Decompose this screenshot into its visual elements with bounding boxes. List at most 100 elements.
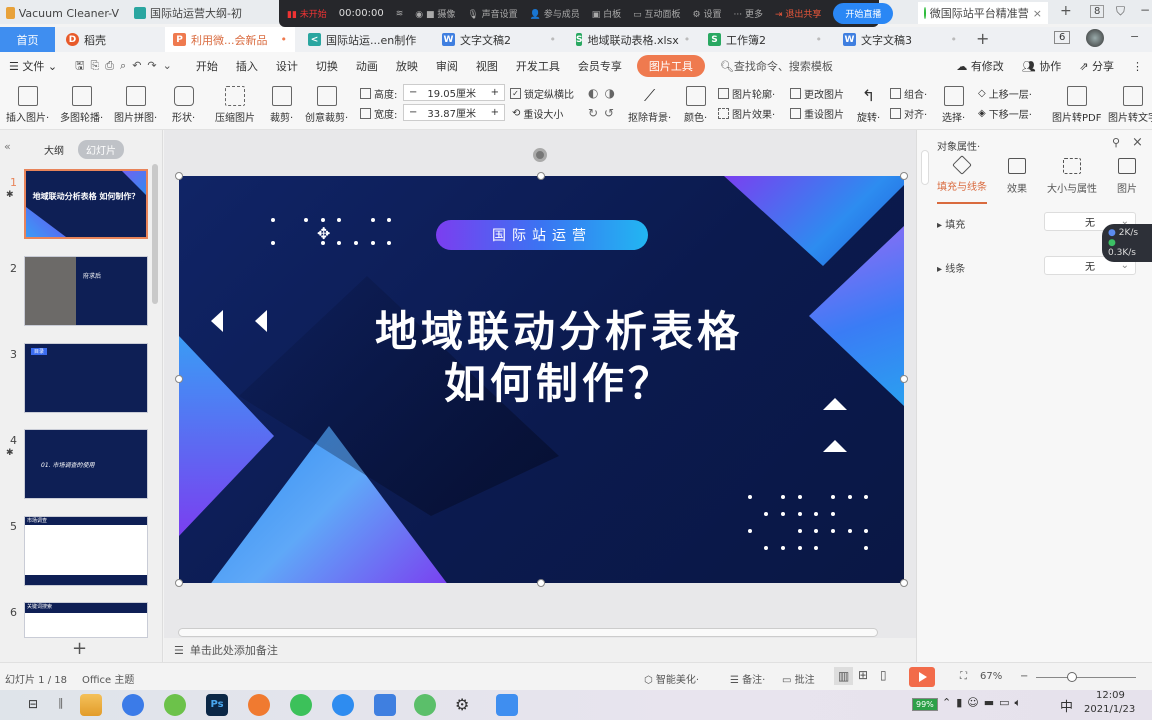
app-orange-icon[interactable] [248,694,270,716]
changes-button[interactable]: ☁ 有修改 [947,58,1013,74]
select-button[interactable]: 选择· [942,86,965,124]
browser-tab-active[interactable]: 微国际站平台精准营 × [918,2,1048,24]
group-button[interactable]: 组合· [890,86,927,101]
reset-size-button[interactable]: ⟲ 重设大小 [512,106,563,121]
minimize-icon[interactable]: − [1130,30,1139,43]
menu-tab-review[interactable]: 审阅 [427,58,467,74]
picture-to-text-button[interactable]: 图片转文字 [1108,86,1152,124]
thumbnail-scrollbar[interactable] [152,164,158,304]
picture-to-pdf-button[interactable]: 图片转PDF [1052,86,1101,124]
menu-tab-design[interactable]: 设计 [267,58,307,74]
more-button[interactable]: ··· 更多 [734,7,763,20]
picture-outline-button[interactable]: 图片轮廓· [718,86,775,101]
tab-picture[interactable]: 图片 [1117,158,1137,195]
members-button[interactable]: 👤 参与成员 [530,7,580,20]
exit-share-button[interactable]: ⇥ 退出共享 [775,7,821,20]
new-document-button[interactable]: + [976,29,989,48]
comments-button[interactable]: ▭ 批注 [782,671,815,686]
decrement-button[interactable]: − [404,107,422,118]
doc-tab[interactable]: < 国际站运...en制作 [300,27,430,52]
bring-forward-button[interactable]: ◇ 上移一层· [978,86,1032,101]
minimize-icon[interactable]: − [1140,3,1150,17]
outline-tab[interactable]: 大纲 [44,142,64,157]
decrement-button[interactable]: − [404,87,422,98]
theme-name[interactable]: Office 主题 [82,671,134,686]
wechat-icon[interactable] [290,694,312,716]
menu-tab-home[interactable]: 开始 [187,58,227,74]
start-live-button[interactable]: 开始直播 [833,3,894,24]
menu-tab-animation[interactable]: 动画 [347,58,387,74]
photoshop-icon[interactable]: Ps [206,694,228,716]
height-spinner[interactable]: −19.05厘米 + [403,84,505,101]
slide-tag[interactable]: 国际站运营 [436,220,648,250]
user-avatar[interactable] [1086,29,1104,47]
crop-button[interactable]: 裁剪· [270,86,293,124]
ie-browser-icon[interactable] [164,694,186,716]
resize-handle[interactable] [900,375,908,383]
increment-button[interactable]: + [486,107,504,118]
doc-tab[interactable]: S 地域联动表格.xlsx • [568,27,698,52]
increment-button[interactable]: + [486,87,504,98]
file-explorer-icon[interactable] [80,694,102,716]
zoom-slider-thumb[interactable] [1067,672,1077,682]
resize-handle[interactable] [537,172,545,180]
zoom-slider[interactable] [1036,677,1136,678]
tab-fill-line[interactable]: 填充与线条 [937,155,987,193]
zoom-level[interactable]: 67% [980,671,1002,682]
color-button[interactable]: 颜色· [684,86,707,124]
send-backward-button[interactable]: ◈ 下移一层· [978,106,1032,121]
tab-effects[interactable]: 效果 [1007,158,1027,195]
width-input[interactable]: 33.87厘米 [422,105,485,120]
resize-handle[interactable] [900,579,908,587]
browser-tab[interactable]: Vacuum Cleaner-V [0,2,125,24]
browser-tab[interactable]: 国际站运营大纲-初 [128,2,263,24]
menu-tab-view[interactable]: 视图 [467,58,507,74]
creative-crop-button[interactable]: 创意裁剪· [305,86,348,124]
resize-handle[interactable] [175,375,183,383]
resize-handle[interactable] [900,172,908,180]
menu-tab-picture-tools[interactable]: 图片工具 [636,55,705,77]
panel-scrollbar[interactable] [921,150,929,185]
slide[interactable]: 国际站运营 地域联动分析表格 如何制作？ ✥ [179,176,904,583]
height-input[interactable]: 19.05厘米 [422,85,485,100]
line-section-toggle[interactable]: ▸ 线条 [937,260,965,275]
width-spinner[interactable]: −33.87厘米 + [403,104,505,121]
change-picture-button[interactable]: 更改图片 [790,86,844,101]
share-button[interactable]: ⇗ 分享 [1070,58,1123,74]
resize-handle[interactable] [175,579,183,587]
flip-icons[interactable]: ↻↺ [588,106,620,120]
reading-view-button[interactable]: ▯ [880,668,887,682]
slide-thumbnail-2[interactable]: 府求后 [24,256,148,326]
doc-tab[interactable]: W 文字文稿3 • [835,27,965,52]
app-l-icon[interactable] [122,694,144,716]
fill-section-toggle[interactable]: ▸ 填充 [937,216,965,231]
doc-tab[interactable]: W 文字文稿2 • [434,27,564,52]
menu-tab-insert[interactable]: 插入 [227,58,267,74]
close-icon[interactable]: × [1132,135,1143,150]
carousel-button[interactable]: 多图轮播· [60,86,103,124]
horizontal-scrollbar[interactable] [178,628,878,637]
slides-tab[interactable]: 幻灯片 [78,140,124,159]
whiteboard-button[interactable]: ▣ 白板 [592,7,621,20]
normal-view-button[interactable]: ▥ [834,667,854,685]
settings-icon[interactable]: ⚙ [455,695,469,714]
app-video-icon[interactable] [496,694,518,716]
collapse-panel-icon[interactable]: « [4,140,11,153]
pin-icon[interactable]: ⚲ [1112,136,1120,149]
slide-sorter-button[interactable]: ⊞ [858,668,868,682]
quick-access-toolbar[interactable]: 🖫⎘⎙⌕↶↷⌄ [66,57,187,76]
menu-tab-slideshow[interactable]: 放映 [387,58,427,74]
rotate-button[interactable]: ↰ 旋转· [857,86,880,124]
lock-ratio-checkbox[interactable]: ✓ 锁定纵横比 [510,86,574,101]
rotate-icons[interactable]: ◐◑ [588,86,621,100]
interact-panel-button[interactable]: ▭ 互动面板 [633,7,680,20]
shape-button[interactable]: 形状· [172,86,195,124]
smart-beautify-button[interactable]: ⬡ 智能美化· [644,671,699,686]
remove-background-button[interactable]: ⟋ 抠除背景· [628,86,671,124]
doc-tab[interactable]: S 工作簿2 • [700,27,830,52]
compress-picture-button[interactable]: 压缩图片 [215,86,255,124]
resize-handle[interactable] [537,579,545,587]
resize-handle[interactable] [175,172,183,180]
new-tab-button[interactable]: + [1060,3,1072,19]
slide-thumbnail-3[interactable]: 目录 [24,343,148,413]
